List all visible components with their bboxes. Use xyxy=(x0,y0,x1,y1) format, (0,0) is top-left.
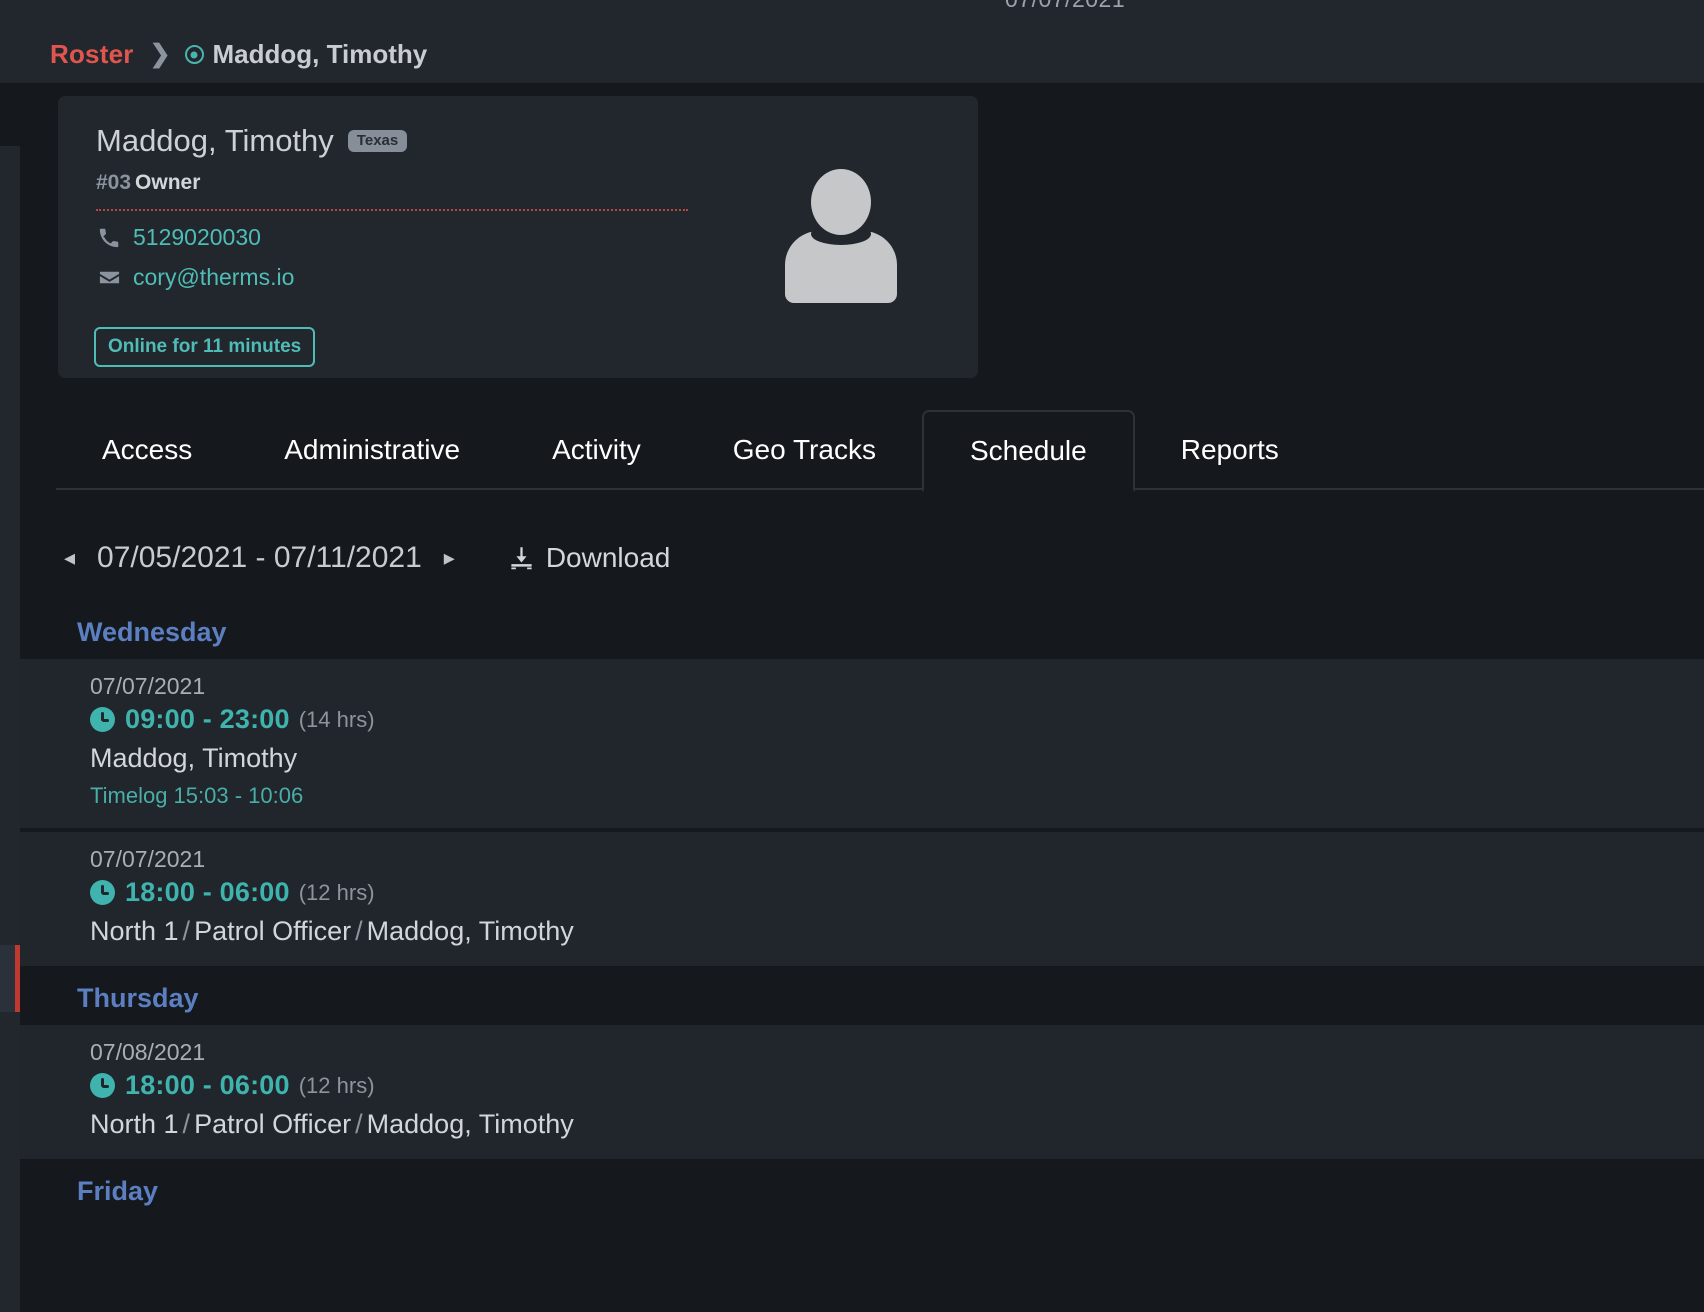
profile-name: Maddog, Timothy xyxy=(96,123,334,159)
profile-phone-text: 5129020030 xyxy=(133,224,261,251)
next-week-button[interactable]: ▸ xyxy=(436,547,463,569)
shift-time: 18:00 - 06:00 xyxy=(125,1070,290,1101)
download-label: Download xyxy=(546,542,671,574)
shift-time: 18:00 - 06:00 xyxy=(125,877,290,908)
shift-detail-part: Maddog, Timothy xyxy=(367,916,574,946)
clipped-date-text: 07/07/2021 xyxy=(1005,0,1125,13)
profile-tabs: AccessAdministrativeActivityGeo TracksSc… xyxy=(56,410,1704,490)
profile-email-link[interactable]: cory@therms.io xyxy=(96,264,294,291)
schedule-day-header: Thursday xyxy=(20,970,1704,1025)
state-badge: Texas xyxy=(348,130,407,152)
envelope-icon xyxy=(96,266,122,289)
tab-schedule[interactable]: Schedule xyxy=(922,410,1135,492)
left-nav-rail xyxy=(0,146,20,1312)
shift-time-line: 09:00 - 23:00 (14 hrs) xyxy=(90,704,1704,735)
breadcrumb-roster-link[interactable]: Roster xyxy=(50,39,134,70)
profile-phone-link[interactable]: 5129020030 xyxy=(96,224,261,251)
profile-card: Maddog, Timothy Texas #03Owner 512902003… xyxy=(58,96,978,378)
shift-detail: North 1/Patrol Officer/Maddog, Timothy xyxy=(90,916,1704,947)
prev-week-button[interactable]: ◂ xyxy=(56,547,83,569)
breadcrumb-current-page: Maddog, Timothy xyxy=(213,39,428,70)
tab-access[interactable]: Access xyxy=(56,410,238,490)
main-content-panel: Maddog, Timothy Texas #03Owner 512902003… xyxy=(20,83,1704,1312)
shift-row[interactable]: 07/07/2021 09:00 - 23:00 (14 hrs)Maddog, T… xyxy=(20,659,1704,828)
schedule-day-header: Wednesday xyxy=(20,604,1704,659)
online-status-badge: Online for 11 minutes xyxy=(94,327,315,367)
profile-divider xyxy=(96,209,688,211)
shift-detail: Maddog, Timothy xyxy=(90,743,1704,774)
shift-date: 07/07/2021 xyxy=(90,673,1704,700)
shift-detail-part: Maddog, Timothy xyxy=(90,743,297,773)
detail-separator: / xyxy=(355,1109,363,1139)
phone-icon xyxy=(96,227,122,249)
tab-activity[interactable]: Activity xyxy=(506,410,687,490)
profile-name-row: Maddog, Timothy Texas xyxy=(96,123,407,159)
schedule-list: Wednesday 07/07/2021 09:00 - 23:00 (14 hrs)… xyxy=(20,604,1704,1218)
clock-icon xyxy=(90,1073,115,1098)
target-dot-icon xyxy=(185,45,204,64)
date-range-label: 07/05/2021 - 07/11/2021 xyxy=(97,541,422,575)
shift-time-line: 18:00 - 06:00 (12 hrs) xyxy=(90,1070,1704,1101)
shift-detail-part: North 1 xyxy=(90,1109,179,1139)
shift-detail-part: Maddog, Timothy xyxy=(367,1109,574,1139)
profile-email-text: cory@therms.io xyxy=(133,264,294,291)
shift-detail-part: Patrol Officer xyxy=(194,1109,351,1139)
schedule-toolbar: ◂ 07/05/2021 - 07/11/2021 ▸ Download xyxy=(56,534,670,582)
shift-detail-part: Patrol Officer xyxy=(194,916,351,946)
tab-geo-tracks[interactable]: Geo Tracks xyxy=(687,410,922,490)
profile-id-role-row: #03Owner xyxy=(96,171,200,195)
tab-administrative[interactable]: Administrative xyxy=(238,410,506,490)
breadcrumb: Roster ❯ Maddog, Timothy xyxy=(0,26,1704,83)
avatar-head xyxy=(811,169,871,235)
shift-detail: North 1/Patrol Officer/Maddog, Timothy xyxy=(90,1109,1704,1140)
detail-separator: / xyxy=(183,1109,191,1139)
clock-icon xyxy=(90,880,115,905)
download-button[interactable]: Download xyxy=(508,542,671,574)
tab-reports[interactable]: Reports xyxy=(1135,410,1325,490)
chevron-right-icon: ❯ xyxy=(150,42,171,67)
shift-date: 07/07/2021 xyxy=(90,846,1704,873)
download-icon xyxy=(508,545,535,572)
shift-duration: (12 hrs) xyxy=(299,880,375,906)
detail-separator: / xyxy=(355,916,363,946)
profile-role: Owner xyxy=(135,171,200,194)
shift-time: 09:00 - 23:00 xyxy=(125,704,290,735)
avatar xyxy=(785,169,897,303)
top-clipped-strip: 07/07/2021 xyxy=(0,0,1704,26)
detail-separator: / xyxy=(183,916,191,946)
shift-duration: (14 hrs) xyxy=(299,707,375,733)
shift-row[interactable]: 07/07/202118:00 - 06:00(12 hrs)North 1/P… xyxy=(20,832,1704,966)
schedule-day-header: Friday xyxy=(20,1163,1704,1218)
shift-detail-part: North 1 xyxy=(90,916,179,946)
profile-id: #03 xyxy=(96,171,131,194)
shift-duration: (12 hrs) xyxy=(299,1073,375,1099)
left-rail-active-item[interactable] xyxy=(0,945,20,1012)
shift-timelog: Timelog 15:03 - 10:06 xyxy=(90,783,1704,809)
clock-icon xyxy=(90,707,115,732)
shift-time-line: 18:00 - 06:00 (12 hrs) xyxy=(90,877,1704,908)
shift-row[interactable]: 07/08/202118:00 - 06:00(12 hrs)North 1/P… xyxy=(20,1025,1704,1159)
shift-date: 07/08/2021 xyxy=(90,1039,1704,1066)
